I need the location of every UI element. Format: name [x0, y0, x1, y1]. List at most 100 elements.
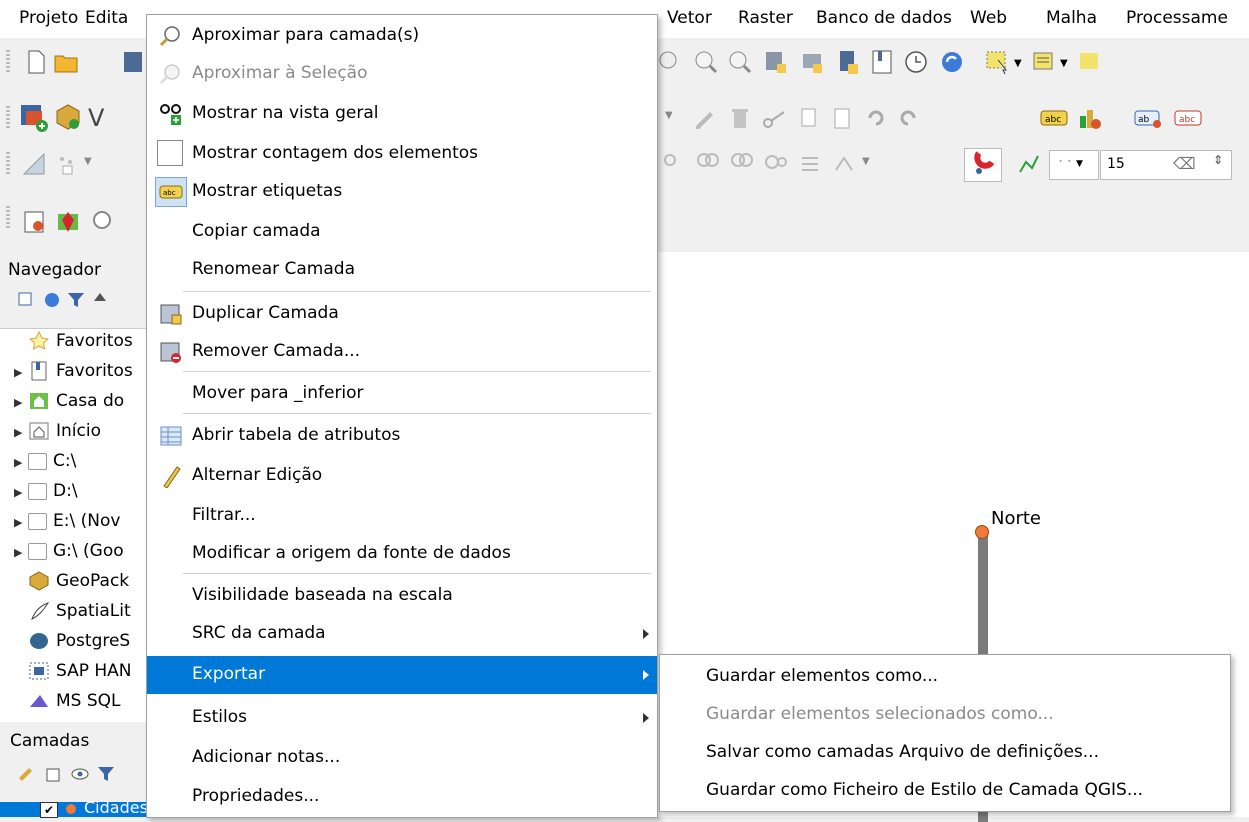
- undo-icon[interactable]: [862, 104, 890, 132]
- snapping-toggle[interactable]: [964, 148, 1002, 182]
- tree-item-drive-e[interactable]: ▶ E:\ (Nov: [14, 511, 120, 541]
- data-source-manager-icon[interactable]: [18, 102, 50, 134]
- show-hide-labels-icon[interactable]: abc: [1172, 104, 1204, 132]
- snap-units-dropdown[interactable]: ⠂⠂ ▼: [1049, 150, 1099, 180]
- add-selected-icon[interactable]: [16, 290, 36, 310]
- tree-item-drive-c[interactable]: ▶ C:\: [14, 451, 76, 481]
- menu-item-styles[interactable]: Estilos: [147, 699, 657, 737]
- add-group-icon[interactable]: [44, 764, 64, 784]
- redo-icon[interactable]: [894, 104, 922, 132]
- toolbar-grip[interactable]: [6, 206, 10, 230]
- pin-icon[interactable]: [54, 208, 82, 236]
- paste-icon[interactable]: [828, 104, 856, 132]
- zoom-to-layer-toolbar-icon[interactable]: [692, 48, 720, 76]
- refresh-icon[interactable]: [42, 290, 62, 310]
- label-toolbar-icon[interactable]: abc: [1038, 104, 1070, 132]
- chevron-down-icon[interactable]: ▼: [665, 110, 673, 121]
- tree-item-geopackage[interactable]: GeoPack: [14, 571, 129, 601]
- add-point-icon[interactable]: [52, 150, 80, 178]
- select-by-value-icon[interactable]: [1030, 48, 1058, 76]
- chevron-down-icon[interactable]: ▼: [1060, 58, 1068, 69]
- delete-icon[interactable]: [726, 104, 754, 132]
- copy-icon[interactable]: [794, 104, 822, 132]
- clear-icon[interactable]: ⌫: [1173, 154, 1196, 173]
- menu-banco-de-dados[interactable]: Banco de dados: [816, 8, 952, 28]
- menu-item-remove-layer[interactable]: Remover Camada...: [147, 333, 657, 371]
- menu-item-move-to-bottom[interactable]: Mover para _inferior: [147, 375, 657, 413]
- visibility-eye-icon[interactable]: [70, 764, 90, 784]
- merge-icon[interactable]: [728, 150, 756, 178]
- chevron-down-icon[interactable]: ▼: [84, 156, 92, 167]
- menu-item-toggle-editing[interactable]: Alternar Edição: [147, 457, 657, 495]
- layer-visibility-checkbox[interactable]: ✔: [40, 802, 58, 818]
- toolbar-grip[interactable]: [6, 152, 10, 176]
- submenu-item-save-features-as[interactable]: Guardar elementos como...: [660, 657, 1230, 695]
- menu-raster[interactable]: Raster: [738, 8, 793, 28]
- style-layer-icon[interactable]: [16, 764, 36, 784]
- new-print-layout-icon[interactable]: [20, 208, 48, 236]
- tree-item-drive-d[interactable]: ▶ D:\: [14, 481, 78, 511]
- identify-icon[interactable]: [88, 208, 116, 236]
- menu-item-export[interactable]: Exportar: [147, 656, 657, 694]
- toolbar-grip[interactable]: [6, 50, 10, 74]
- menu-item-rename-layer[interactable]: Renomear Camada: [147, 251, 657, 289]
- refresh-icon[interactable]: [938, 48, 966, 76]
- tree-item-casa-do-projeto[interactable]: ▶ Casa do: [14, 391, 124, 421]
- menu-item-duplicate-layer[interactable]: Duplicar Camada: [147, 295, 657, 333]
- node-tool-icon[interactable]: [20, 150, 48, 178]
- menu-web[interactable]: Web: [970, 8, 1007, 28]
- menu-editar[interactable]: Edita: [85, 8, 128, 28]
- checkbox-icon[interactable]: [157, 140, 183, 166]
- tree-item-inicio[interactable]: ▶ Início: [14, 421, 101, 451]
- reshape-icon[interactable]: [694, 150, 722, 178]
- advanced-digitizing-icon[interactable]: [660, 150, 688, 178]
- pin-labels-icon[interactable]: ab: [1132, 104, 1164, 132]
- menu-item-filter[interactable]: Filtrar...: [147, 497, 657, 535]
- menu-item-show-labels[interactable]: abc Mostrar etiquetas: [147, 173, 657, 211]
- tree-item-spatialite[interactable]: SpatiaLit: [14, 601, 131, 631]
- edit-icon[interactable]: [690, 104, 718, 132]
- rotate-icon[interactable]: [762, 150, 790, 178]
- menu-item-layer-crs[interactable]: SRC da camada: [147, 615, 657, 653]
- menu-processamento[interactable]: Processame: [1126, 8, 1228, 28]
- menu-projeto[interactable]: Projeto: [19, 8, 78, 28]
- filter-icon[interactable]: [66, 290, 86, 310]
- menu-item-properties[interactable]: Propriedades...: [147, 778, 657, 816]
- menu-item-show-feature-count[interactable]: Mostrar contagem dos elementos: [147, 135, 657, 173]
- zoom-last-icon[interactable]: [798, 48, 826, 76]
- zoom-to-layer-extent-icon[interactable]: [762, 48, 790, 76]
- collapse-all-icon[interactable]: [90, 290, 110, 310]
- zoom-to-selection-toolbar-icon[interactable]: [726, 48, 754, 76]
- toolbar-grip[interactable]: [6, 106, 10, 130]
- zoom-native-icon[interactable]: [656, 48, 684, 76]
- tree-item-favoritos[interactable]: Favoritos: [14, 331, 133, 361]
- spin-arrows-icon[interactable]: ⇕: [1213, 153, 1223, 167]
- temporal-controller-icon[interactable]: [902, 48, 930, 76]
- vector-layer-icon[interactable]: V: [88, 104, 104, 132]
- menu-item-open-attribute-table[interactable]: Abrir tabela de atributos: [147, 417, 657, 455]
- menu-item-show-in-overview[interactable]: Mostrar na vista geral: [147, 95, 657, 133]
- vertex-editor-icon[interactable]: [830, 150, 858, 178]
- open-project-icon[interactable]: [52, 48, 80, 76]
- tree-item-postgresql[interactable]: PostgreS: [14, 631, 130, 661]
- menu-vetor[interactable]: Vetor: [667, 8, 712, 28]
- deselect-icon[interactable]: [1076, 48, 1104, 76]
- menu-item-change-data-source[interactable]: Modificar a origem da fonte de dados: [147, 535, 657, 573]
- menu-malha[interactable]: Malha: [1046, 8, 1097, 28]
- save-project-icon[interactable]: [120, 48, 148, 76]
- new-bookmark-icon[interactable]: [834, 48, 862, 76]
- menu-item-add-notes[interactable]: Adicionar notas...: [147, 739, 657, 777]
- filter-legend-icon[interactable]: [96, 764, 116, 784]
- tree-item-sap-hana[interactable]: SAP HAN: [14, 661, 132, 691]
- menu-item-zoom-to-layer[interactable]: Aproximar para camada(s): [147, 17, 657, 55]
- chevron-down-icon[interactable]: ▼: [862, 156, 870, 167]
- menu-item-copy-layer[interactable]: Copiar camada: [147, 213, 657, 251]
- new-geopackage-icon[interactable]: [52, 102, 84, 134]
- submenu-item-save-as-layer-definition[interactable]: Salvar como camadas Arquivo de definiçõe…: [660, 733, 1230, 771]
- diagram-icon[interactable]: [1076, 104, 1104, 132]
- tree-item-favoritos-espaciais[interactable]: ▶ Favoritos: [14, 361, 133, 391]
- show-bookmarks-icon[interactable]: [868, 48, 896, 76]
- offset-icon[interactable]: [796, 150, 824, 178]
- snapping-tolerance-spinbox[interactable]: 15 ⌫ ⇕: [1100, 150, 1232, 180]
- select-features-icon[interactable]: [984, 48, 1012, 76]
